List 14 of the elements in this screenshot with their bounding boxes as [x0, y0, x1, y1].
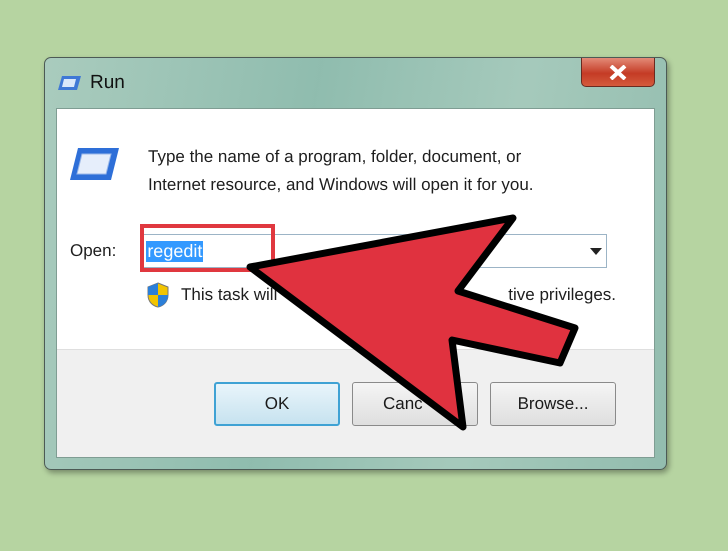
field-value: regedit [146, 240, 204, 262]
open-label: Open: [70, 241, 116, 261]
ok-button[interactable]: OK [214, 382, 340, 426]
browse-button[interactable]: Browse... [490, 382, 616, 426]
shield-icon [147, 282, 169, 308]
description-text: Type the name of a program, folder, document, or Internet resource, and Windows will open it for you. [148, 146, 535, 196]
privilege-note: tive privileges. [508, 285, 616, 305]
privilege-note: This task will [181, 285, 278, 305]
dropdown-caret-icon[interactable] [590, 248, 602, 254]
run-icon [70, 147, 120, 181]
run-icon [58, 75, 82, 91]
close-button[interactable] [581, 58, 655, 87]
close-icon [609, 64, 627, 80]
window-title: Run [90, 72, 125, 94]
